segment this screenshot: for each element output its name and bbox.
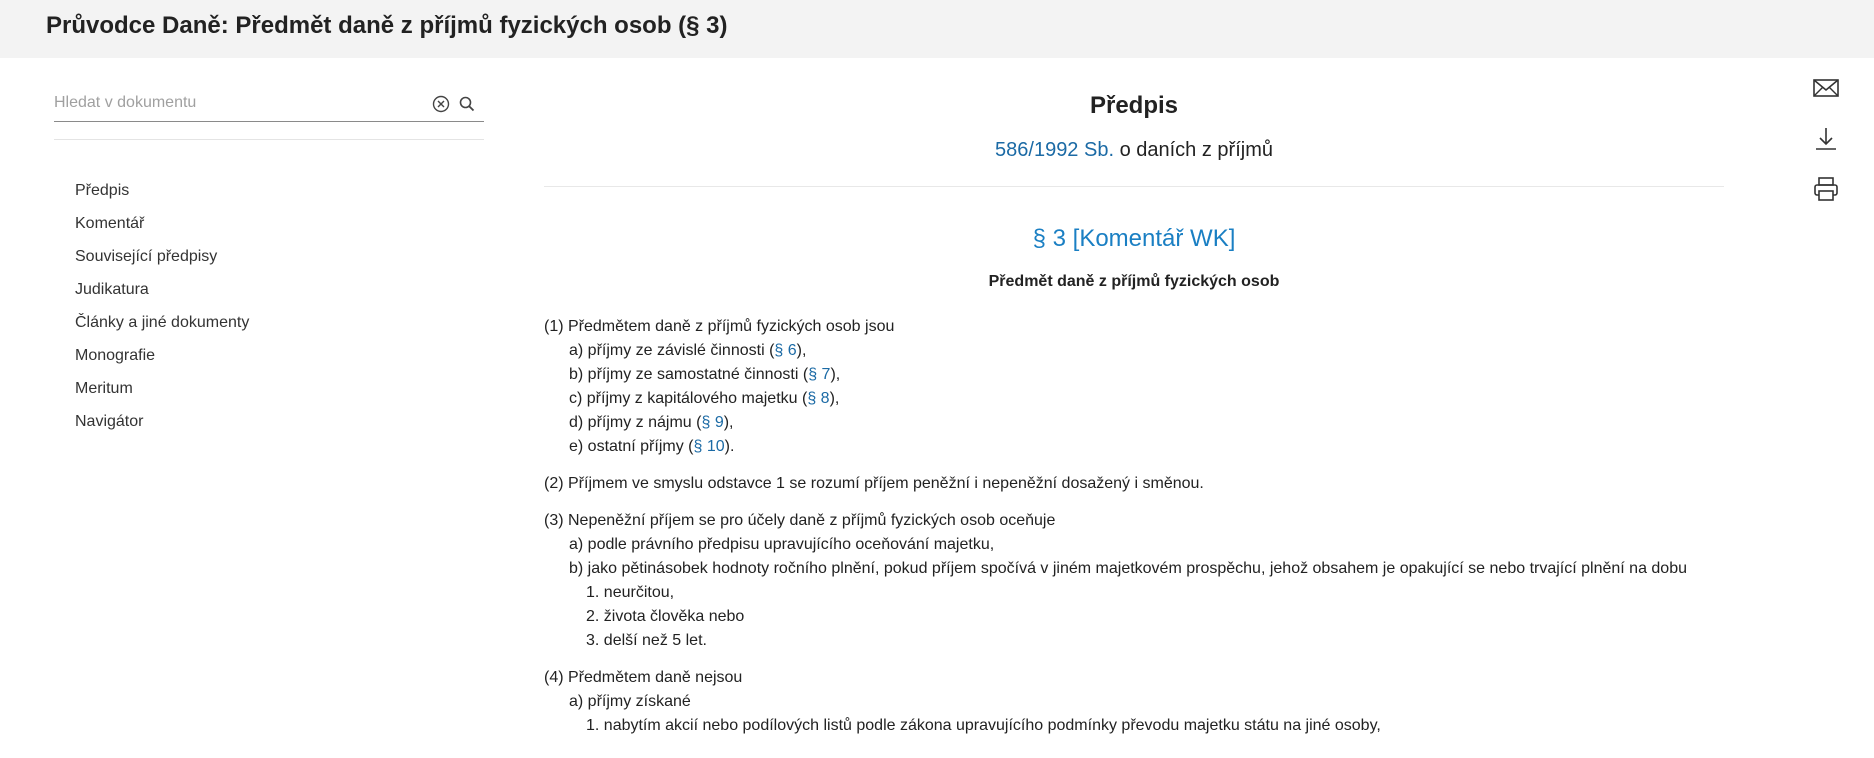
- list-item: b) jako pětinásobek hodnoty ročního plně…: [569, 560, 1687, 577]
- paragraph-1: (1) Předmětem daně z příjmů fyzických os…: [544, 315, 1724, 459]
- print-icon[interactable]: [1812, 175, 1840, 203]
- item-text: e) ostatní příjmy (: [569, 438, 694, 455]
- item-text-end: ),: [830, 366, 841, 383]
- sidebar-item-meritum[interactable]: Meritum: [75, 376, 249, 409]
- sidebar-item-predpis[interactable]: Předpis: [75, 178, 249, 211]
- mail-icon[interactable]: [1812, 74, 1840, 102]
- paragraph-3: (3) Nepeněžní příjem se pro účely daně z…: [544, 509, 1724, 653]
- search-icon[interactable]: [458, 95, 476, 113]
- header-bar: Průvodce Daně: Předmět daně z příjmů fyz…: [0, 0, 1874, 58]
- list-item: a) příjmy ze závislé činnosti (§ 6),: [544, 339, 1724, 363]
- search-box: [54, 88, 484, 122]
- content-divider: [544, 186, 1724, 187]
- law-name: o daních z příjmů: [1114, 139, 1273, 161]
- sidebar-divider: [54, 139, 484, 140]
- clear-icon[interactable]: [432, 95, 450, 113]
- item-text-end: ),: [723, 414, 734, 431]
- list-item: b) příjmy ze samostatné činnosti (§ 7),: [544, 363, 1724, 387]
- paragraph-4-intro: (4) Předmětem daně nejsou: [544, 669, 743, 686]
- section-link-8[interactable]: § 8: [807, 390, 829, 407]
- item-text: b) příjmy ze samostatné činnosti (: [569, 366, 809, 383]
- list-item: e) ostatní příjmy (§ 10).: [544, 435, 1724, 459]
- sidebar-item-souvisejici-predpisy[interactable]: Související předpisy: [75, 244, 249, 277]
- item-text: a) příjmy ze závislé činnosti (: [569, 342, 775, 359]
- item-text-end: ),: [829, 390, 840, 407]
- section-title[interactable]: § 3 [Komentář WK]: [544, 225, 1724, 255]
- section-link-9[interactable]: § 9: [701, 414, 723, 431]
- sidebar-item-clanky[interactable]: Články a jiné dokumenty: [75, 310, 249, 343]
- search-input[interactable]: [54, 90, 414, 116]
- sidebar-item-judikatura[interactable]: Judikatura: [75, 277, 249, 310]
- list-item: 1. neurčitou,: [586, 584, 675, 601]
- paragraph-2: (2) Příjmem ve smyslu odstavce 1 se rozu…: [544, 475, 1204, 492]
- sidebar-item-navigator[interactable]: Navigátor: [75, 409, 249, 442]
- section-link-10[interactable]: § 10: [693, 438, 724, 455]
- item-text: d) příjmy z nájmu (: [569, 414, 702, 431]
- paragraph-4: (4) Předmětem daně nejsou a) příjmy získ…: [544, 666, 1724, 738]
- section-link-7[interactable]: § 7: [808, 366, 830, 383]
- sidebar-nav: Předpis Komentář Související předpisy Ju…: [75, 178, 249, 442]
- list-item: 3. delší než 5 let.: [586, 632, 707, 649]
- document-reference: 586/1992 Sb. o daních z příjmů: [544, 139, 1724, 167]
- section-subtitle: Předmět daně z příjmů fyzických osob: [988, 273, 1280, 290]
- document-heading: Předpis: [1089, 92, 1179, 119]
- page-title: Průvodce Daně: Předmět daně z příjmů fyz…: [46, 12, 728, 39]
- download-icon[interactable]: [1812, 125, 1840, 153]
- item-text-end: ),: [796, 342, 807, 359]
- item-text-end: ).: [724, 438, 735, 455]
- document-content: Předpis 586/1992 Sb. o daních z příjmů §…: [544, 86, 1724, 738]
- list-item: a) příjmy získané: [569, 693, 691, 710]
- section-link-6[interactable]: § 6: [774, 342, 796, 359]
- paragraph-1-intro: (1) Předmětem daně z příjmů fyzických os…: [544, 318, 895, 335]
- list-item: c) příjmy z kapitálového majetku (§ 8),: [544, 387, 1724, 411]
- law-link[interactable]: 586/1992 Sb.: [995, 139, 1114, 161]
- item-text: c) příjmy z kapitálového majetku (: [569, 390, 808, 407]
- list-item: a) podle právního předpisu upravujícího …: [569, 536, 995, 553]
- sidebar-item-monografie[interactable]: Monografie: [75, 343, 249, 376]
- sidebar-item-komentar[interactable]: Komentář: [75, 211, 249, 244]
- list-item: 2. života člověka nebo: [586, 608, 745, 625]
- paragraph-3-intro: (3) Nepeněžní příjem se pro účely daně z…: [544, 512, 1056, 529]
- section-title-link[interactable]: § 3 [Komentář WK]: [1033, 225, 1236, 252]
- list-item: d) příjmy z nájmu (§ 9),: [544, 411, 1724, 435]
- list-item: 1. nabytím akcií nebo podílových listů p…: [586, 717, 1381, 734]
